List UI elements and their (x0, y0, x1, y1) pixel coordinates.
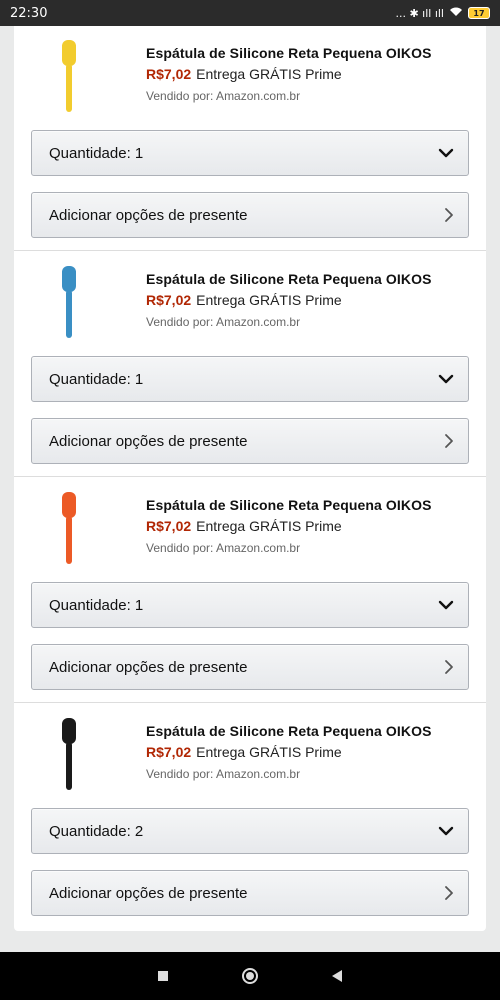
square-icon[interactable] (148, 961, 178, 991)
chevron-right-icon (444, 885, 454, 901)
gift-options-button[interactable]: Adicionar opções de presente (31, 192, 469, 238)
product-title[interactable]: Espátula de Silicone Reta Pequena OIKOS (146, 497, 432, 513)
delivery-text: Entrega GRÁTIS Prime (196, 518, 342, 534)
product-image[interactable] (44, 488, 94, 568)
quantity-label: Quantidade: 1 (49, 144, 144, 162)
gift-options-label: Adicionar opções de presente (49, 206, 248, 224)
quantity-dropdown[interactable]: Quantidade: 1 (31, 130, 469, 176)
product-title[interactable]: Espátula de Silicone Reta Pequena OIKOS (146, 723, 432, 739)
chevron-right-icon (444, 659, 454, 675)
product-price: R$7,02 (146, 518, 192, 534)
triangle-back-icon[interactable] (322, 961, 352, 991)
sold-by: Vendido por: Amazon.com.br (146, 767, 301, 781)
quantity-label: Quantidade: 1 (49, 370, 144, 388)
chevron-down-icon (438, 374, 454, 384)
circle-home-icon[interactable] (235, 961, 265, 991)
quantity-dropdown[interactable]: Quantidade: 1 (31, 582, 469, 628)
product-price: R$7,02 (146, 744, 192, 760)
spatula-icon (62, 266, 76, 338)
signal-icons: ... ✱ ıll ıll (395, 6, 444, 20)
gift-options-button[interactable]: Adicionar opções de presente (31, 418, 469, 464)
chevron-down-icon (438, 600, 454, 610)
quantity-dropdown[interactable]: Quantidade: 2 (31, 808, 469, 854)
cart-item: Espátula de Silicone Reta Pequena OIKOS … (14, 26, 486, 251)
wifi-icon (449, 6, 463, 20)
spatula-icon (62, 40, 76, 112)
delivery-text: Entrega GRÁTIS Prime (196, 744, 342, 760)
sold-by: Vendido por: Amazon.com.br (146, 541, 301, 555)
product-image[interactable] (44, 36, 94, 116)
status-indicators: ... ✱ ıll ıll 17 (395, 6, 490, 20)
product-title[interactable]: Espátula de Silicone Reta Pequena OIKOS (146, 271, 432, 287)
cart-item: Espátula de Silicone Reta Pequena OIKOS … (14, 704, 486, 929)
product-image[interactable] (44, 714, 94, 794)
status-time: 22:30 (10, 5, 48, 21)
product-price: R$7,02 (146, 292, 192, 308)
spatula-icon (62, 718, 76, 790)
gift-options-label: Adicionar opções de presente (49, 432, 248, 450)
android-nav-bar (0, 952, 500, 1000)
price-line: R$7,02 Entrega GRÁTIS Prime (146, 518, 342, 534)
chevron-right-icon (444, 207, 454, 223)
price-line: R$7,02 Entrega GRÁTIS Prime (146, 744, 342, 760)
delivery-text: Entrega GRÁTIS Prime (196, 66, 342, 82)
quantity-label: Quantidade: 2 (49, 822, 144, 840)
product-price: R$7,02 (146, 66, 192, 82)
gift-options-button[interactable]: Adicionar opções de presente (31, 870, 469, 916)
cart-list: Espátula de Silicone Reta Pequena OIKOS … (0, 26, 500, 952)
chevron-down-icon (438, 148, 454, 158)
gift-options-label: Adicionar opções de presente (49, 658, 248, 676)
delivery-text: Entrega GRÁTIS Prime (196, 292, 342, 308)
quantity-label: Quantidade: 1 (49, 596, 144, 614)
spatula-icon (62, 492, 76, 564)
quantity-dropdown[interactable]: Quantidade: 1 (31, 356, 469, 402)
price-line: R$7,02 Entrega GRÁTIS Prime (146, 66, 342, 82)
product-title[interactable]: Espátula de Silicone Reta Pequena OIKOS (146, 45, 432, 61)
status-bar: 22:30 ... ✱ ıll ıll 17 (0, 0, 500, 26)
price-line: R$7,02 Entrega GRÁTIS Prime (146, 292, 342, 308)
sold-by: Vendido por: Amazon.com.br (146, 315, 301, 329)
chevron-down-icon (438, 826, 454, 836)
battery-icon: 17 (468, 7, 490, 19)
chevron-right-icon (444, 433, 454, 449)
product-image[interactable] (44, 262, 94, 342)
cart-card: Espátula de Silicone Reta Pequena OIKOS … (14, 26, 486, 931)
sold-by: Vendido por: Amazon.com.br (146, 89, 301, 103)
cart-item: Espátula de Silicone Reta Pequena OIKOS … (14, 252, 486, 477)
gift-options-button[interactable]: Adicionar opções de presente (31, 644, 469, 690)
gift-options-label: Adicionar opções de presente (49, 884, 248, 902)
cart-item: Espátula de Silicone Reta Pequena OIKOS … (14, 478, 486, 703)
